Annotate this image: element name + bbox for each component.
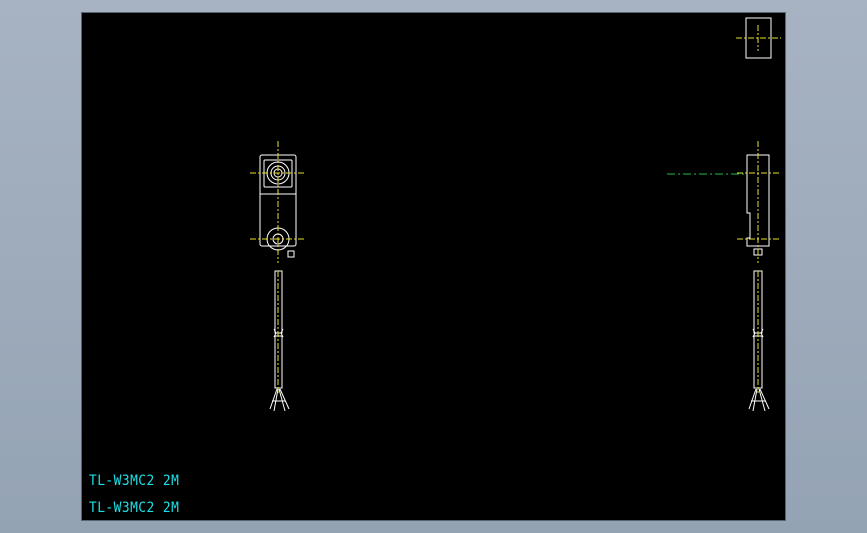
cable-wires-front [269, 388, 290, 412]
cable-wires-side [748, 388, 770, 412]
model-label: TL-W3MC2 2M [89, 500, 180, 516]
sensor-small-view [736, 17, 781, 59]
cad-drawing [250, 17, 781, 412]
cad-drawing-area[interactable]: TL-W3MC2 2M TL-W3MC2 2M [81, 12, 786, 521]
front-centerlines [250, 141, 306, 393]
indicator-square [287, 250, 295, 258]
side-centerlines [737, 141, 779, 393]
model-label: TL-W3MC2 2M [89, 473, 180, 489]
